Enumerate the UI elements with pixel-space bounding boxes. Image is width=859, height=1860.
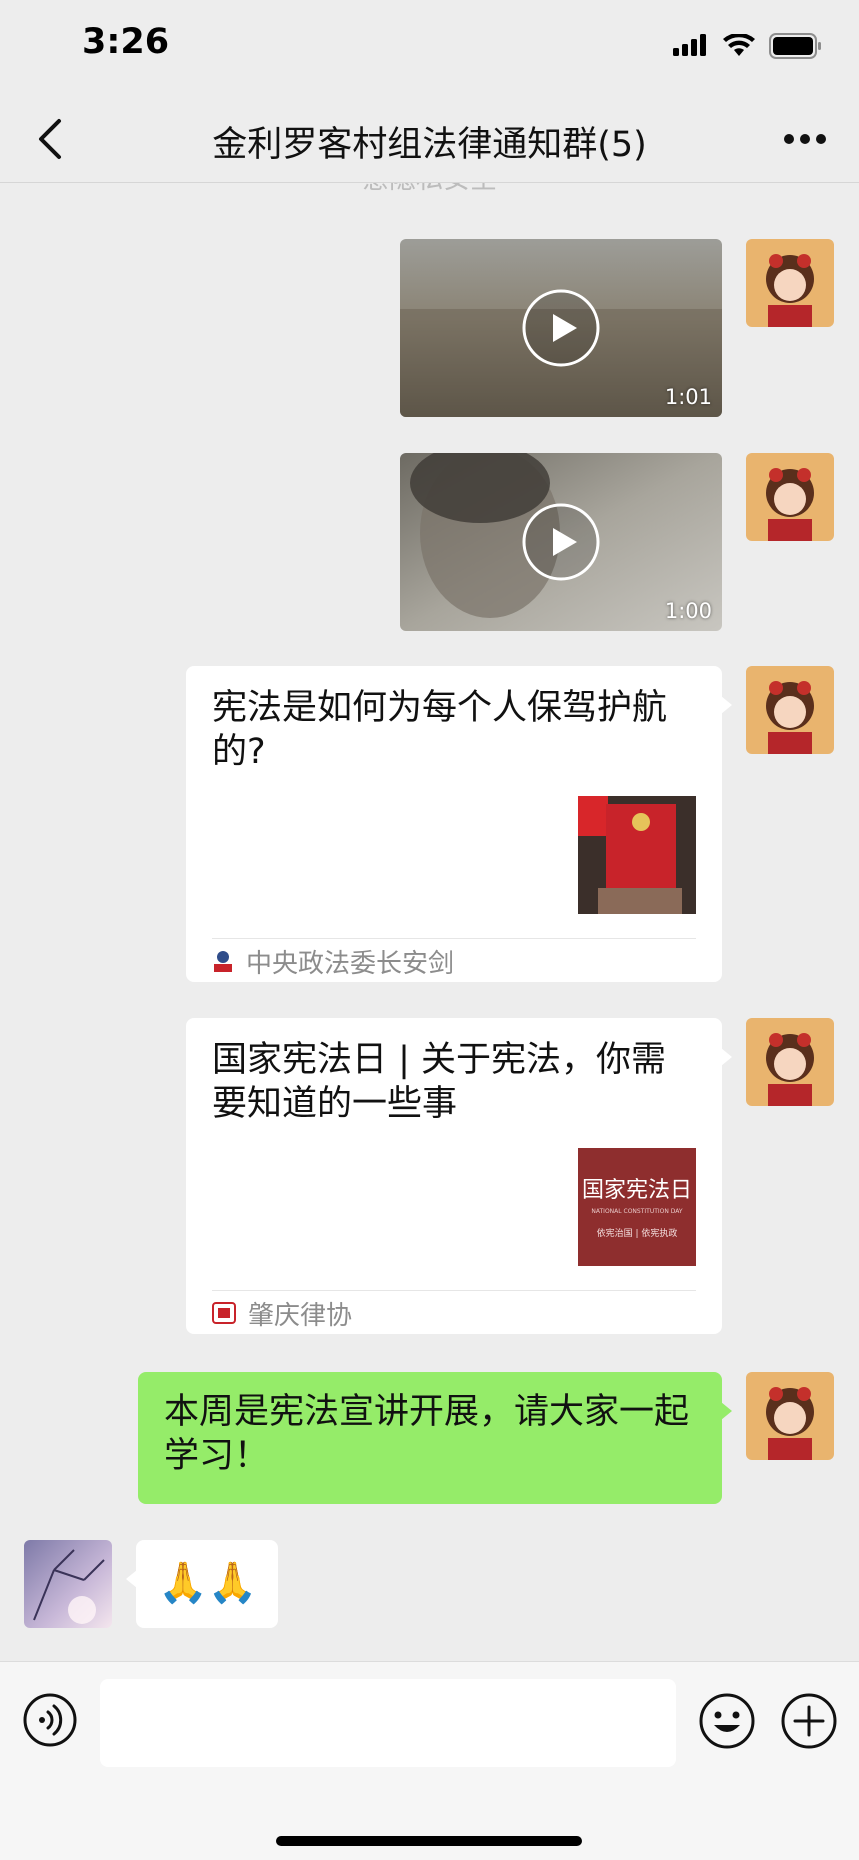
my-avatar[interactable] [746,453,834,541]
status-time: 3:26 [82,22,170,62]
video-duration: 1:00 [664,599,712,623]
source-logo-icon [212,1302,236,1324]
sent-text-message[interactable]: 本周是宪法宣讲开展，请大家一起学习！ [138,1372,732,1504]
chat-area[interactable]: 意隐私安全 1:01 [0,183,859,1661]
card-divider [212,1290,696,1291]
article-source: 肇庆律协 [212,1294,352,1332]
article-source: 中央政法委长安剑 [212,942,454,980]
status-icons [673,30,823,62]
thumbnail-title: 国家宪法日 [581,1178,692,1203]
source-logo-icon [214,951,232,972]
battery-icon [769,33,821,59]
article-title: 国家宪法日 | 关于宪法，你需要知道的一些事 [212,1040,667,1124]
emoji-icon[interactable] [698,1692,756,1750]
my-avatar[interactable] [746,666,834,754]
status-bar: 3:26 [0,0,859,96]
my-avatar[interactable] [746,1018,834,1106]
message-text: 本周是宪法宣讲开展，请大家一起学习！ [164,1392,690,1476]
sender-avatar[interactable] [24,1540,112,1628]
message-input[interactable] [100,1679,676,1767]
article-source-name: 肇庆律协 [248,1300,353,1331]
article-thumbnail [578,796,696,914]
signal-icon [673,34,706,56]
more-icon [784,134,826,144]
home-indicator[interactable] [276,1836,582,1846]
chat-title: 金利罗客村组法律通知群(5) [212,125,647,165]
more-button[interactable] [775,114,835,164]
article-thumbnail: 国家宪法日 NATIONAL CONSTITUTION DAY 依宪治国 | 依… [578,1148,696,1266]
system-notice: 意隐私安全 [0,183,859,196]
video-message[interactable]: 1:00 [400,453,722,631]
article-card[interactable]: 国家宪法日 | 关于宪法，你需要知道的一些事 国家宪法日 NATIONAL CO… [186,1018,732,1334]
article-source-name: 中央政法委长安剑 [246,948,455,979]
article-card[interactable]: 宪法是如何为每个人保驾护航的? 中央政法委长安剑 [186,666,732,982]
play-icon [522,503,600,581]
article-title: 宪法是如何为每个人保驾护航的? [212,688,668,772]
my-avatar[interactable] [746,1372,834,1460]
nav-bar: 金利罗客村组法律通知群(5) [0,96,859,183]
card-divider [212,938,696,939]
my-avatar[interactable] [746,239,834,327]
video-duration: 1:01 [664,385,712,409]
thumbnail-subtitle: NATIONAL CONSTITUTION DAY [591,1208,683,1215]
input-bar [0,1661,859,1860]
voice-icon[interactable] [22,1692,78,1748]
message-emoji: 🙏🙏 [158,1560,258,1606]
wifi-icon [723,34,755,56]
thumbnail-caption: 依宪治国 | 依宪执政 [596,1229,678,1239]
video-message[interactable]: 1:01 [400,239,722,417]
received-emoji-message[interactable]: 🙏🙏 [126,1540,278,1628]
play-icon [522,289,600,367]
plus-icon[interactable] [780,1692,838,1750]
